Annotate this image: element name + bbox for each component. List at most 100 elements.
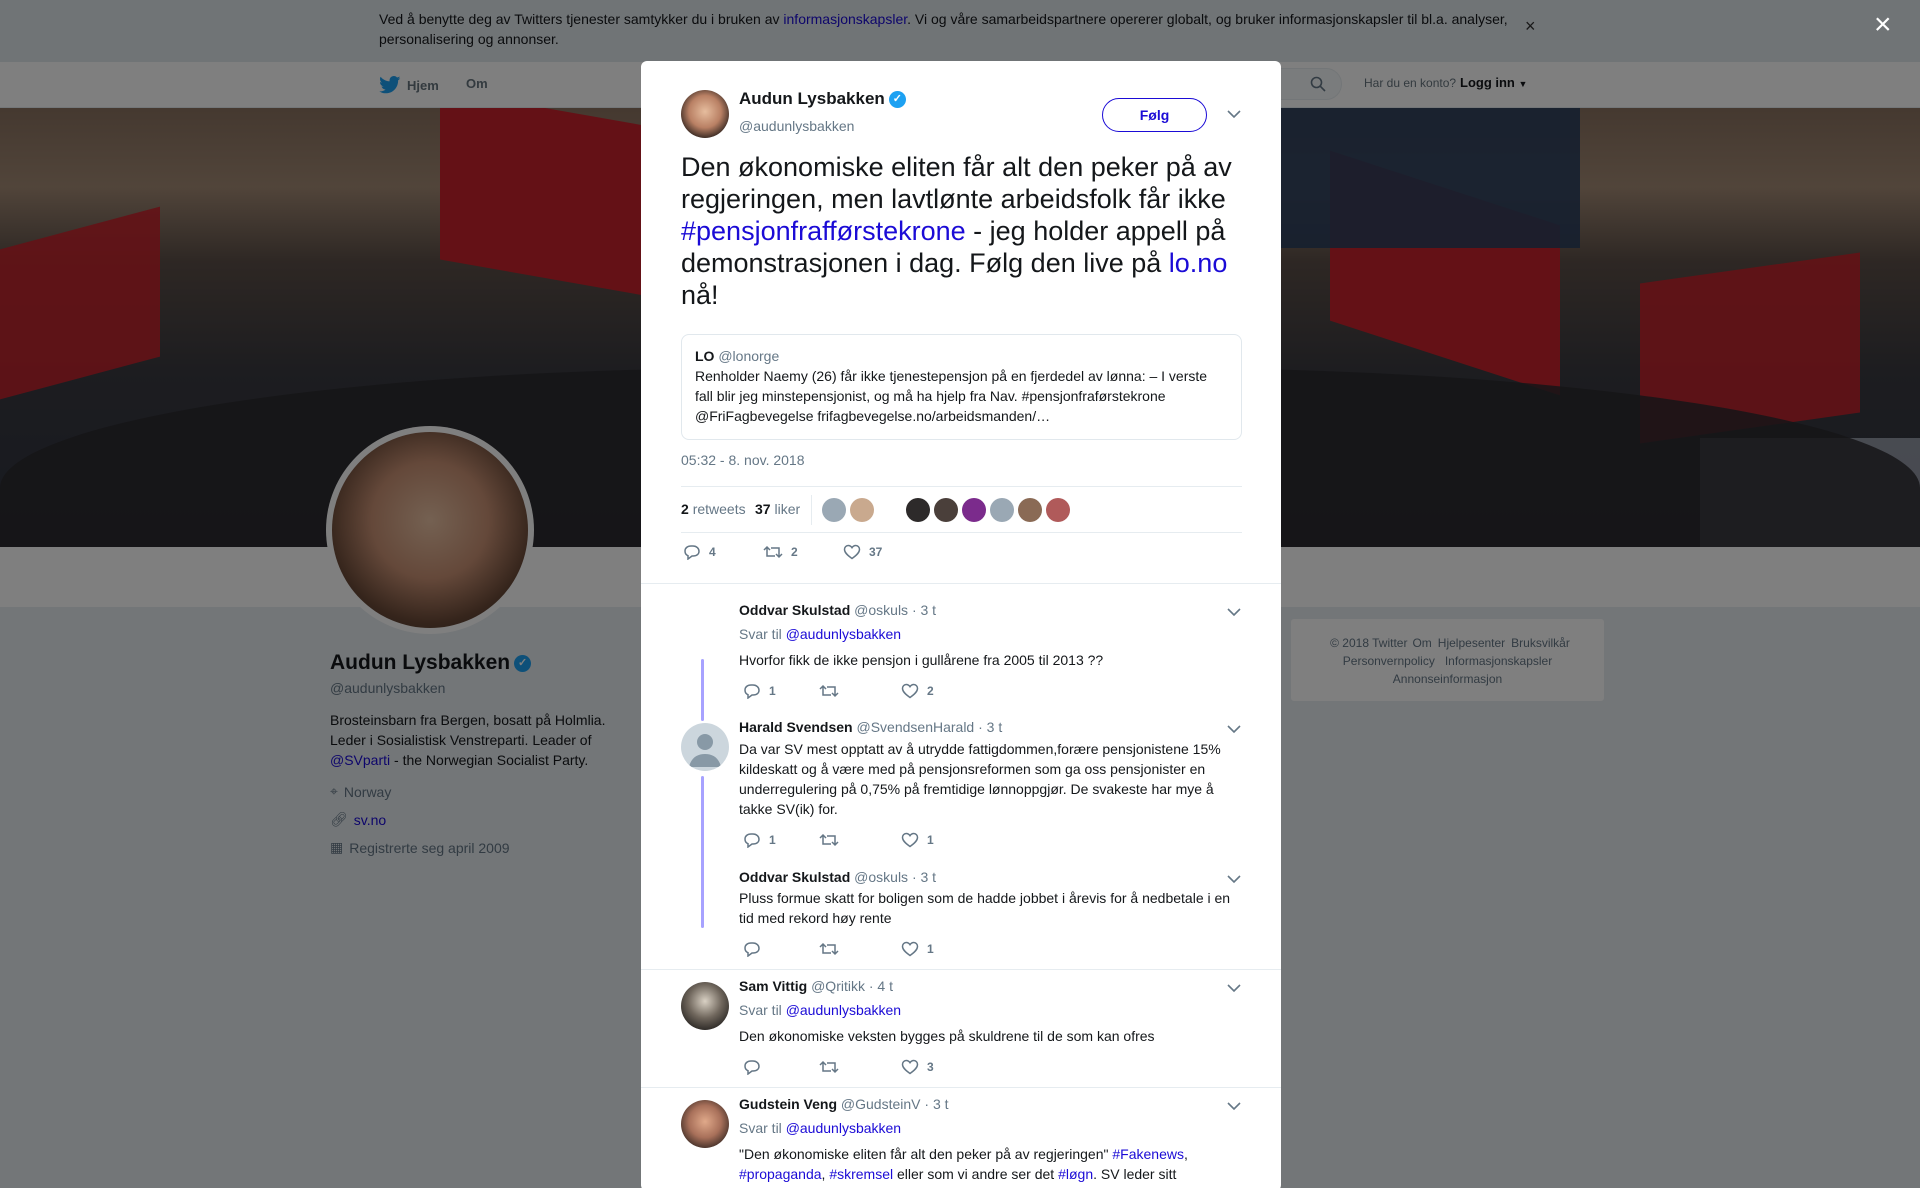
chevron-down-icon[interactable] [1227, 874, 1241, 884]
hashtag-link[interactable]: #løgn [1058, 1166, 1093, 1182]
reply-icon [744, 684, 760, 699]
tweet-author-handle[interactable]: @audunlysbakken [739, 118, 854, 134]
user-silhouette-icon [689, 734, 721, 767]
retweet-button[interactable]: 2 [763, 544, 798, 560]
reply-header[interactable]: Harald Svendsen @SvendsenHarald · 3 t [739, 719, 1002, 735]
reply-header[interactable]: Oddvar Skulstad @oskuls · 3 t [739, 869, 936, 885]
chevron-down-icon[interactable] [1227, 109, 1241, 119]
reply-count: 4 [709, 545, 716, 559]
reply-header[interactable]: Sam Vittig @Qritikk · 4 t [739, 978, 893, 994]
reply-header[interactable]: Oddvar Skulstad @oskuls · 3 t [739, 602, 936, 618]
like-stat[interactable]: 37 liker [755, 501, 800, 517]
liker-avatar[interactable] [1018, 498, 1042, 522]
reply-to-link[interactable]: @audunlysbakken [786, 1120, 901, 1136]
like-button[interactable]: 37 [843, 544, 882, 560]
url-link[interactable]: lo.no [1169, 248, 1228, 278]
hashtag-link[interactable]: #propaganda [739, 1166, 822, 1182]
reply-to-label: Svar til [739, 1120, 782, 1136]
reply-author-handle: @GudsteinV [840, 1096, 921, 1112]
heart-icon [901, 941, 919, 957]
like-label: liker [774, 501, 801, 517]
retweet-label: retweets [692, 501, 746, 517]
reply-button[interactable] [743, 1059, 761, 1075]
reply-to-link[interactable]: @audunlysbakken [786, 626, 901, 642]
reply-text: Hvorfor fikk de ikke pensjon i gullårene… [739, 652, 1104, 668]
reply-icon [744, 942, 760, 957]
liker-avatar[interactable] [962, 498, 986, 522]
reply-button[interactable]: 1 [743, 832, 776, 848]
heart-icon [901, 1059, 919, 1075]
tweet-stats: 2 retweets 37 liker [681, 486, 1242, 533]
chevron-down-icon[interactable] [1227, 1101, 1241, 1111]
reply-button[interactable]: 4 [683, 544, 716, 560]
retweet-count: 2 [791, 545, 798, 559]
liker-avatar[interactable] [850, 498, 874, 522]
retweet-count: 2 [681, 501, 689, 517]
reply-time: · 4 t [868, 978, 893, 994]
reply-to-label: Svar til [739, 626, 782, 642]
retweet-icon [819, 833, 839, 847]
retweet-button[interactable] [819, 683, 839, 699]
reply-author-handle: @SvendsenHarald [856, 719, 975, 735]
retweet-button[interactable] [819, 941, 839, 957]
heart-icon [901, 832, 919, 848]
separator [641, 583, 1281, 584]
separator [641, 969, 1281, 970]
reply-to: Svar til @audunlysbakken [739, 626, 901, 642]
separator [641, 1087, 1281, 1088]
reply-avatar[interactable] [681, 1100, 729, 1148]
follow-button[interactable]: Følg [1102, 98, 1207, 132]
quoted-author-handle: @lonorge [718, 348, 780, 364]
reply-time: · 3 t [911, 602, 937, 618]
liker-avatar[interactable] [934, 498, 958, 522]
retweet-stat[interactable]: 2 retweets [681, 501, 746, 517]
tweet-timestamp[interactable]: 05:32 - 8. nov. 2018 [681, 452, 805, 468]
reply-to: Svar til @audunlysbakken [739, 1120, 901, 1136]
default-avatar[interactable] [681, 723, 729, 771]
retweet-button[interactable] [819, 832, 839, 848]
retweet-button[interactable] [819, 1059, 839, 1075]
like-button[interactable]: 3 [901, 1059, 934, 1075]
modal-close-icon[interactable]: × [1874, 10, 1892, 40]
reply-text: Da var SV mest opptatt av å utrydde fatt… [739, 741, 1221, 817]
hashtag-link[interactable]: #skremsel [829, 1166, 893, 1182]
like-count: 2 [927, 684, 934, 698]
stats-divider [811, 495, 812, 525]
reply-to-label: Svar til [739, 1002, 782, 1018]
like-count: 37 [755, 501, 771, 517]
tweet-author-name[interactable]: Audun Lysbakken ✓ [739, 89, 906, 109]
reply-text-part: , [1183, 1146, 1188, 1162]
chevron-down-icon[interactable] [1227, 724, 1241, 734]
liker-avatar[interactable] [822, 498, 846, 522]
reply-author-handle: @oskuls [854, 602, 909, 618]
reply-author-handle: @oskuls [854, 869, 909, 885]
reply-to: Svar til @audunlysbakken [739, 1002, 901, 1018]
like-button[interactable]: 2 [901, 683, 934, 699]
verified-badge-icon: ✓ [888, 91, 906, 109]
quoted-tweet[interactable]: LO @lonorge Renholder Naemy (26) får ikk… [681, 334, 1242, 440]
reply-to-link[interactable]: @audunlysbakken [786, 1002, 901, 1018]
retweet-icon [819, 1060, 839, 1074]
reply-avatar[interactable] [681, 982, 729, 1030]
reply-header[interactable]: Gudstein Veng @GudsteinV · 3 t [739, 1096, 949, 1112]
author-avatar[interactable] [681, 90, 729, 138]
liker-avatar[interactable] [1046, 498, 1070, 522]
retweet-icon [819, 942, 839, 956]
like-button[interactable]: 1 [901, 832, 934, 848]
heart-icon [901, 683, 919, 699]
chevron-down-icon[interactable] [1227, 983, 1241, 993]
hashtag-link[interactable]: #Fakenews [1112, 1146, 1184, 1162]
heart-icon [843, 544, 861, 560]
thread-line [701, 659, 704, 721]
like-count: 37 [869, 545, 883, 559]
reply-author-handle: @Qritikk [811, 978, 865, 994]
reply-button[interactable] [743, 941, 761, 957]
chevron-down-icon[interactable] [1227, 607, 1241, 617]
quoted-tweet-header: LO @lonorge [695, 346, 1228, 366]
tweet-text-part: nå! [681, 280, 719, 310]
liker-avatar[interactable] [906, 498, 930, 522]
hashtag-link[interactable]: #pensjonfrafførstekrone [681, 216, 966, 246]
reply-button[interactable]: 1 [743, 683, 776, 699]
like-button[interactable]: 1 [901, 941, 934, 957]
liker-avatar[interactable] [990, 498, 1014, 522]
